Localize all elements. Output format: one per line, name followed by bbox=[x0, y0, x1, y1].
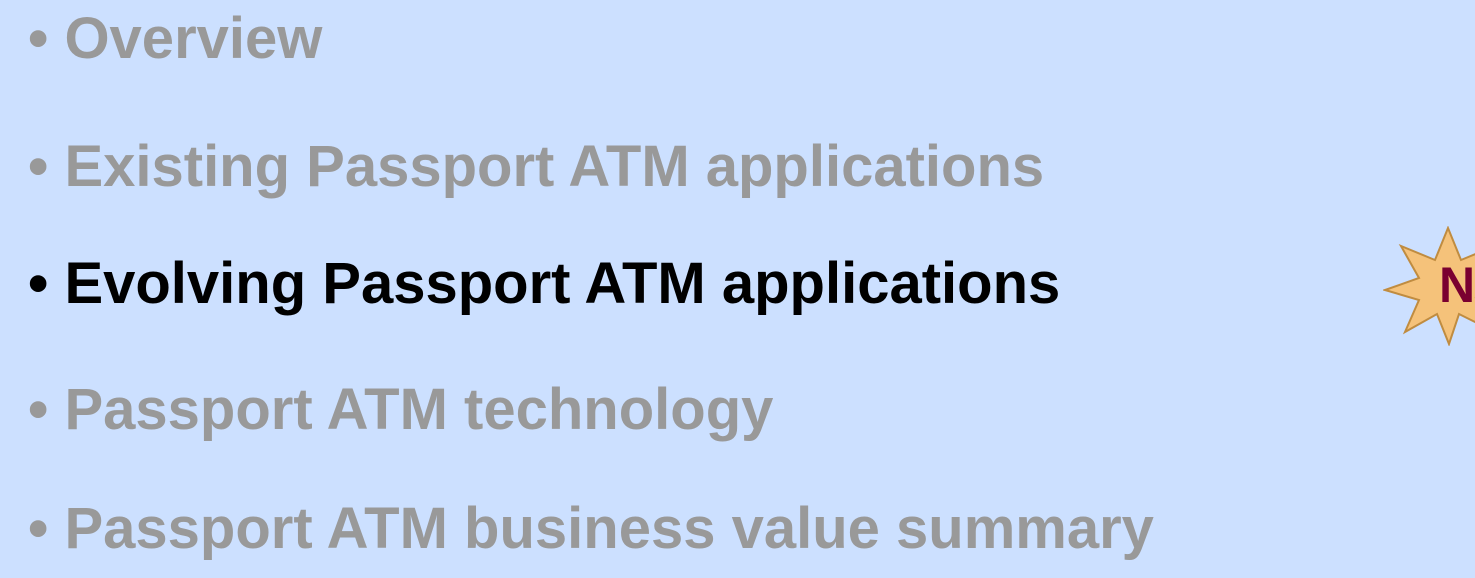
agenda-item-technology: • Passport ATM technology bbox=[28, 381, 773, 439]
agenda-item-label: Evolving Passport ATM applications bbox=[64, 251, 1061, 316]
agenda-item-label: Existing Passport ATM applications bbox=[64, 134, 1045, 199]
agenda-item-label: Passport ATM business value summary bbox=[64, 496, 1154, 561]
agenda-item-label: Overview bbox=[64, 6, 323, 71]
agenda-item-overview: • Overview bbox=[28, 10, 322, 68]
bullet-icon: • bbox=[28, 496, 49, 561]
bullet-icon: • bbox=[28, 377, 49, 442]
agenda-item-existing-applications: • Existing Passport ATM applications bbox=[28, 138, 1044, 196]
new-badge: N bbox=[1383, 226, 1475, 346]
bullet-icon: • bbox=[28, 134, 49, 199]
agenda-item-label: Passport ATM technology bbox=[64, 377, 774, 442]
agenda-slide: • Overview • Existing Passport ATM appli… bbox=[0, 0, 1475, 578]
bullet-icon: • bbox=[28, 6, 49, 71]
agenda-item-business-value-summary: • Passport ATM business value summary bbox=[28, 500, 1154, 558]
new-badge-label: N bbox=[1439, 257, 1475, 313]
bullet-icon: • bbox=[28, 251, 49, 316]
agenda-item-evolving-applications: • Evolving Passport ATM applications bbox=[28, 255, 1060, 313]
